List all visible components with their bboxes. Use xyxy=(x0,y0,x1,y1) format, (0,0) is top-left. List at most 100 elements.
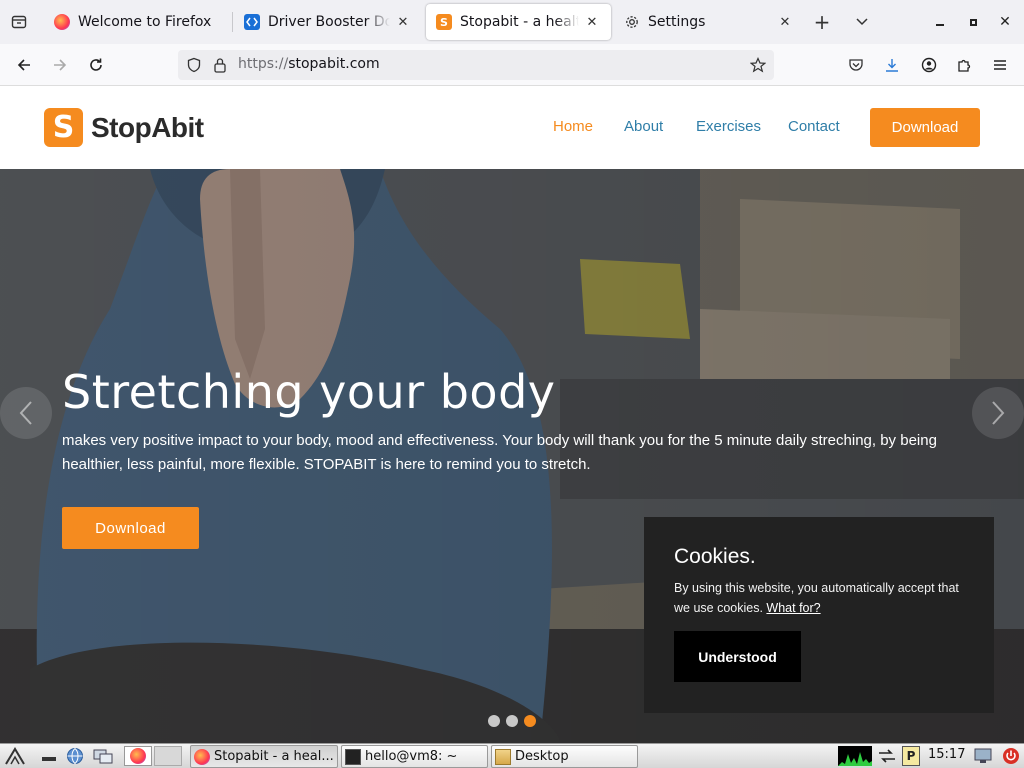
globe-icon xyxy=(67,748,83,765)
network-status[interactable] xyxy=(876,746,898,766)
hero-title: Stretching your body xyxy=(62,365,556,419)
tab-settings[interactable]: Settings ✕ xyxy=(614,4,804,40)
cookie-title: Cookies. xyxy=(674,545,756,568)
back-button[interactable] xyxy=(10,51,38,79)
shield-icon[interactable] xyxy=(186,57,202,73)
header-download-button[interactable]: Download xyxy=(870,108,980,147)
tab-driver-booster[interactable]: Driver Booster Dow ✕ xyxy=(234,4,422,40)
arrow-left-icon xyxy=(17,59,30,71)
clipboard-manager[interactable]: P xyxy=(902,746,920,766)
maximize-button[interactable] xyxy=(963,12,983,32)
site-logo[interactable]: S StopAbit xyxy=(44,108,204,147)
web-browser-launcher[interactable] xyxy=(64,746,86,766)
forward-button[interactable] xyxy=(46,51,74,79)
downloads-button[interactable] xyxy=(878,51,906,79)
puzzle-icon xyxy=(958,59,971,72)
folder-icon xyxy=(495,748,511,765)
firefox-icon xyxy=(130,748,146,764)
logo-mark: S xyxy=(44,108,83,147)
windows-icon xyxy=(93,749,113,764)
hero-download-button[interactable]: Download xyxy=(62,507,199,549)
tab-welcome-firefox[interactable]: Welcome to Firefox xyxy=(44,4,232,40)
reload-button[interactable] xyxy=(82,51,110,79)
carousel-dot[interactable] xyxy=(488,715,500,727)
account-button[interactable] xyxy=(915,51,943,79)
task-label: Stopabit - a heal... xyxy=(214,749,334,764)
close-icon[interactable]: ✕ xyxy=(583,13,601,31)
tab-title: Welcome to Firefox xyxy=(78,14,212,30)
display-settings[interactable] xyxy=(972,746,994,766)
desktop-taskbar: Stopabit - a heal... hello@vm8: ~ Deskto… xyxy=(0,743,1024,768)
network-arrows-icon xyxy=(879,749,895,763)
url-host: stopabit.com xyxy=(288,56,380,72)
bookmark-star-icon[interactable] xyxy=(750,57,766,73)
url-text: https://stopabit.com xyxy=(238,56,380,72)
app-menu-button[interactable] xyxy=(986,51,1014,79)
list-all-tabs-button[interactable] xyxy=(849,10,875,34)
carousel-prev-button[interactable] xyxy=(0,387,52,439)
carousel-dot-active[interactable] xyxy=(524,715,536,727)
task-terminal[interactable]: hello@vm8: ~ xyxy=(341,745,488,768)
url-bar[interactable]: https://stopabit.com xyxy=(178,50,774,80)
tab-title: Stopabit - a healthi xyxy=(460,14,579,30)
lxde-menu-icon xyxy=(5,747,25,765)
menu-contact[interactable]: Contact xyxy=(788,118,840,135)
firefox-view-icon xyxy=(11,15,27,29)
task-label: Desktop xyxy=(515,749,569,764)
pocket-button[interactable] xyxy=(842,51,870,79)
chevron-down-icon xyxy=(856,18,868,26)
task-firefox[interactable]: Stopabit - a heal... xyxy=(190,745,338,768)
file-manager-launcher[interactable] xyxy=(92,746,114,766)
tab-stopabit[interactable]: S Stopabit - a healthi ✕ xyxy=(426,4,611,40)
menu-about[interactable]: About xyxy=(624,118,663,135)
driver-booster-icon xyxy=(244,14,260,30)
hero-description: makes very positive impact to your body,… xyxy=(62,432,937,473)
tab-separator xyxy=(232,12,233,32)
cookie-what-for-link[interactable]: What for? xyxy=(766,601,820,615)
menu-exercises[interactable]: Exercises xyxy=(696,118,761,135)
download-icon xyxy=(886,59,898,72)
close-icon[interactable]: ✕ xyxy=(776,13,794,31)
web-page: S StopAbit Home About Exercises Contact … xyxy=(0,86,1024,743)
stopabit-icon: S xyxy=(436,14,452,30)
firefox-icon xyxy=(54,14,70,30)
menu-home[interactable]: Home xyxy=(553,118,593,135)
maximize-icon xyxy=(969,18,977,26)
task-label: hello@vm8: ~ xyxy=(365,749,458,764)
start-menu-button[interactable] xyxy=(4,746,26,766)
logo-text: StopAbit xyxy=(91,111,204,143)
logout-button[interactable] xyxy=(1000,746,1022,766)
new-tab-button[interactable]: + xyxy=(809,10,835,34)
firefox-launcher[interactable] xyxy=(124,746,152,766)
plus-icon: + xyxy=(813,10,831,34)
minimize-all-icon xyxy=(42,757,56,761)
close-icon: ✕ xyxy=(999,14,1011,30)
workspace-switcher[interactable] xyxy=(154,746,182,766)
hero-carousel: Stretching your body makes very positive… xyxy=(0,169,1024,743)
show-desktop-button[interactable] xyxy=(38,746,60,766)
gear-icon xyxy=(624,14,640,30)
task-desktop[interactable]: Desktop xyxy=(491,745,638,768)
carousel-next-button[interactable] xyxy=(972,387,1024,439)
close-window-button[interactable]: ✕ xyxy=(995,12,1015,32)
close-icon[interactable]: ✕ xyxy=(394,13,412,31)
clock[interactable]: 15:17 xyxy=(928,747,965,762)
firefox-view-button[interactable] xyxy=(6,10,32,34)
carousel-dot[interactable] xyxy=(506,715,518,727)
power-icon xyxy=(1003,748,1019,764)
minimize-icon xyxy=(936,24,944,26)
tab-title: Settings xyxy=(648,14,706,30)
cookie-banner: Cookies. By using this website, you auto… xyxy=(644,517,994,713)
cookie-understood-button[interactable]: Understood xyxy=(674,631,801,682)
cpu-monitor[interactable] xyxy=(838,746,872,766)
cookie-text: By using this website, you automatically… xyxy=(674,578,974,618)
carousel-indicators xyxy=(488,715,542,727)
monitor-icon xyxy=(974,748,992,763)
arrow-right-icon xyxy=(54,59,67,71)
firefox-icon xyxy=(194,748,210,765)
minimize-button[interactable] xyxy=(930,12,950,32)
lock-icon[interactable] xyxy=(213,57,227,73)
extensions-button[interactable] xyxy=(950,51,978,79)
tab-strip: Welcome to Firefox Driver Booster Dow ✕ … xyxy=(0,0,1024,44)
cpu-graph-icon xyxy=(838,752,872,766)
